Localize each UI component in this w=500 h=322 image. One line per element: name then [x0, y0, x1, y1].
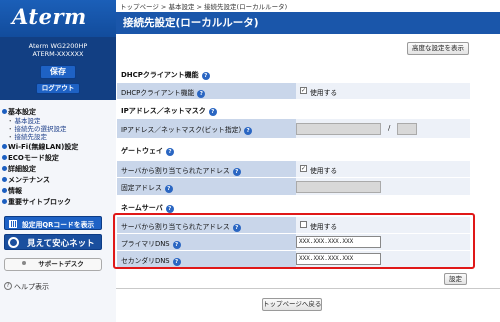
dhcp-checkbox-label: 使用する — [310, 89, 338, 97]
row-label: IPアドレス／ネットマスク(ビット指定)? — [121, 124, 253, 135]
ip-separator: / — [388, 124, 391, 132]
help-icon[interactable]: ? — [4, 282, 12, 290]
help-icon[interactable]: ? — [208, 108, 217, 116]
section-gateway-title: ゲートウェイ? — [117, 144, 470, 158]
row-value — [296, 178, 470, 195]
bullet-icon — [2, 144, 7, 149]
ip-address-input[interactable] — [296, 123, 381, 135]
submenu-connection-settings[interactable]: ・接続先設定 — [7, 131, 47, 141]
qr-code-icon — [9, 220, 17, 228]
menu-wifi[interactable]: Wi-Fi(無線LAN)設定 — [2, 142, 78, 152]
menu-eco[interactable]: ECOモード設定 — [2, 153, 59, 163]
row-gateway-auto: サーバから割り当てられたアドレス? ✓ 使用する — [117, 160, 470, 177]
bullet-icon — [2, 188, 7, 193]
help-link[interactable]: ヘルプ表示 — [14, 282, 49, 292]
help-icon[interactable]: ? — [166, 148, 174, 156]
help-icon[interactable]: ? — [244, 127, 253, 135]
row-label: サーバから割り当てられたアドレス? — [121, 165, 241, 176]
magnifier-icon — [8, 237, 19, 248]
gateway-fixed-input[interactable] — [296, 181, 381, 193]
menu-info[interactable]: 情報 — [2, 186, 22, 196]
menu-detail[interactable]: 詳細設定 — [2, 164, 36, 174]
row-value: ✓ 使用する — [296, 83, 470, 99]
logo-area: Aterm — [0, 0, 116, 37]
device-info: Aterm WG2200HP ATERM-XXXXXX 保存 ログアウト — [0, 37, 116, 100]
bullet-icon — [2, 166, 7, 171]
logout-button[interactable]: ログアウト — [36, 83, 80, 94]
support-dot-icon — [22, 261, 27, 265]
netmask-input[interactable] — [397, 123, 417, 135]
help-icon[interactable]: ? — [165, 205, 174, 213]
show-advanced-button[interactable]: 高度な設定を表示 — [407, 42, 469, 55]
highlight-frame — [113, 213, 475, 269]
row-ip-netmask: IPアドレス／ネットマスク(ビット指定)? / — [117, 118, 470, 138]
mieru-anshin-button[interactable]: 見えて安心ネット — [4, 234, 102, 250]
gateway-auto-checkbox-label: 使用する — [310, 167, 338, 175]
bullet-icon — [2, 109, 7, 114]
section-dhcp-title: DHCPクライアント機能? — [117, 68, 470, 82]
support-desk-button[interactable]: サポートデスク — [4, 258, 102, 271]
page-title: 接続先設定(ローカルルータ) — [116, 12, 500, 34]
dhcp-checkbox[interactable]: ✓ — [300, 87, 307, 94]
row-value: / — [296, 119, 470, 138]
help-icon[interactable]: ? — [164, 185, 173, 193]
help-icon[interactable]: ? — [201, 72, 210, 80]
qr-code-button[interactable]: 設定用QRコードを表示 — [4, 216, 102, 230]
row-value: ✓ 使用する — [296, 161, 470, 177]
menu-maintenance[interactable]: メンテナンス — [2, 175, 50, 185]
set-button[interactable]: 設定 — [444, 273, 467, 285]
divider — [116, 288, 500, 289]
back-to-top-button[interactable]: トップページへ戻る — [262, 298, 322, 311]
row-dhcp-client: DHCPクライアント機能? ✓ 使用する — [117, 82, 470, 99]
save-button[interactable]: 保存 — [40, 65, 76, 79]
device-name: ATERM-XXXXXX — [32, 50, 84, 58]
bullet-icon — [2, 177, 7, 182]
aterm-logo: Aterm — [12, 4, 87, 29]
bullet-icon — [2, 155, 7, 160]
section-ip-title: IPアドレス／ネットマスク? — [117, 104, 470, 118]
gateway-auto-checkbox[interactable]: ✓ — [300, 165, 307, 172]
breadcrumb: トップページ > 基本設定 > 接続先設定(ローカルルータ) — [120, 3, 288, 11]
sidebar: Aterm Aterm WG2200HP ATERM-XXXXXX 保存 ログア… — [0, 0, 116, 322]
menu-site-block[interactable]: 重要サイトブロック — [2, 197, 71, 207]
row-label: DHCPクライアント機能? — [121, 87, 206, 98]
row-gateway-fixed: 固定アドレス? — [117, 177, 470, 195]
row-label: 固定アドレス? — [121, 182, 173, 193]
bullet-icon — [2, 199, 7, 204]
device-model: Aterm WG2200HP — [28, 42, 88, 50]
help-icon[interactable]: ? — [197, 90, 206, 98]
help-icon[interactable]: ? — [232, 168, 241, 176]
